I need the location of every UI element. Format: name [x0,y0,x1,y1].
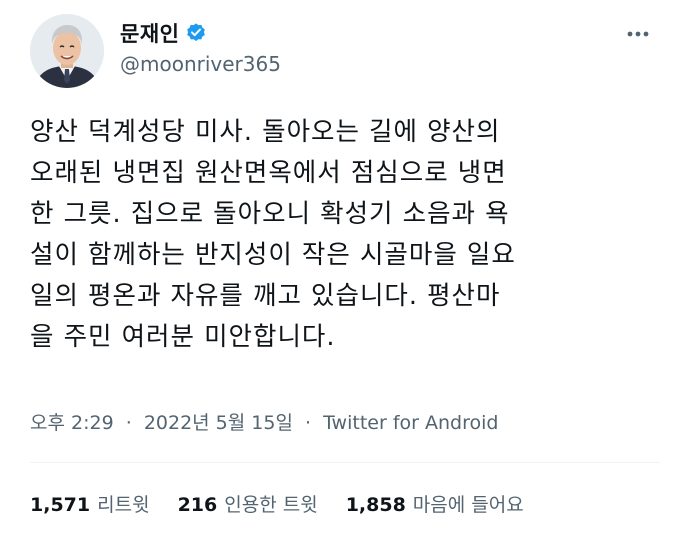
tweet-text: 양산 덕계성당 미사. 돌아오는 길에 양산의 오래된 냉면집 원산면옥에서 점… [30,112,660,358]
quote-tweets-label: 인용한 트윗 [224,494,318,516]
author-name-row: 문재인 [120,18,207,48]
likes-count: 1,858 [345,494,406,516]
tweet-text-line: 을 주민 여러분 미안합니다. [30,322,336,352]
likes-label: 마음에 들어요 [412,494,524,516]
tweet-text-line: 일의 평온과 자유를 깨고 있습니다. 평산마 [30,281,501,311]
tweet-source-link[interactable]: Twitter for Android [323,412,498,434]
tweet-metadata: 오후 2:29 · 2022년 5월 15일 · Twitter for And… [30,408,498,435]
retweets-count: 1,571 [30,494,91,516]
avatar[interactable] [30,14,104,88]
more-options-icon[interactable] [622,24,654,44]
verified-badge-icon [185,22,207,44]
quote-tweets-stat[interactable]: 216 인용한 트윗 [178,490,318,517]
likes-stat[interactable]: 1,858 마음에 들어요 [346,490,524,517]
author-handle[interactable]: @moonriver365 [120,52,281,76]
divider [30,462,660,463]
tweet-text-line: 오래된 냉면집 원산면옥에서 점심으로 냉면 [30,158,507,188]
retweets-stat[interactable]: 1,571 리트윗 [30,490,150,517]
retweets-label: 리트윗 [97,494,150,516]
meta-separator: · [125,412,132,434]
tweet-date[interactable]: 2022년 5월 15일 [144,412,293,434]
tweet-card: 문재인 @moonriver365 양산 덕계성당 미사. 돌아오는 길에 양산… [0,0,680,534]
author-display-name[interactable]: 문재인 [120,18,179,48]
tweet-text-line: 한 그릇. 집으로 돌아오니 확성기 소음과 욕 [30,199,510,229]
tweet-text-line: 설이 함께하는 반지성이 작은 시골마을 일요 [30,240,516,270]
quote-tweets-count: 216 [177,494,218,516]
engagement-stats: 1,571 리트윗 216 인용한 트윗 1,858 마음에 들어요 [30,490,552,517]
meta-separator: · [305,412,312,434]
tweet-time[interactable]: 오후 2:29 [30,412,114,434]
tweet-text-line: 양산 덕계성당 미사. 돌아오는 길에 양산의 [30,117,501,147]
avatar-image [30,14,104,88]
